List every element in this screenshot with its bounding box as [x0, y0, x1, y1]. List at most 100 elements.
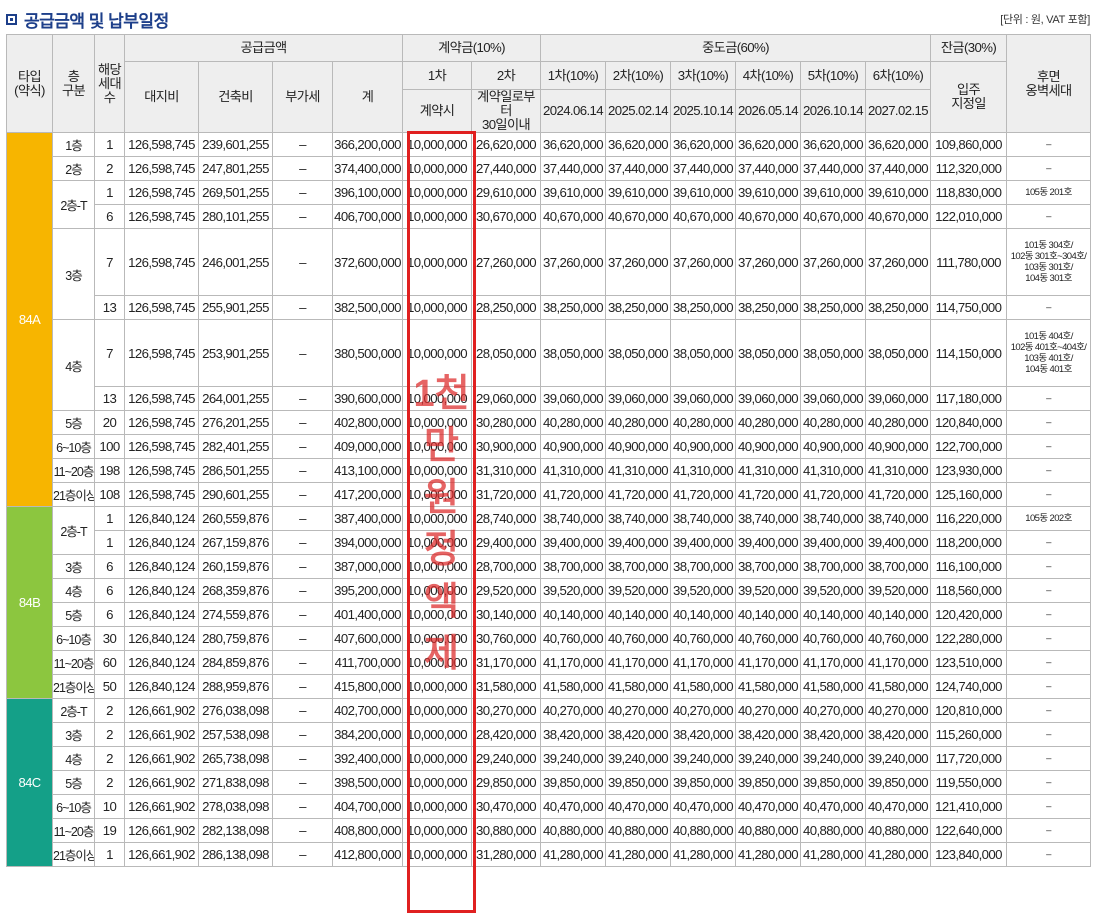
table-row: 5층 20 126,598,745 276,201,255–402,800,000 10… [7, 410, 1092, 435]
contract-1-cell: 10,000,000 [402, 770, 473, 795]
middle-5-cell: 38,050,000 [800, 319, 867, 387]
vat-cell: – [272, 674, 333, 699]
units-cell: 1 [94, 530, 125, 555]
middle-1-cell: 37,260,000 [540, 228, 607, 296]
units-cell: 1 [94, 842, 125, 867]
rear-wall-note-cell: – [1006, 818, 1092, 843]
middle-4-cell: 37,260,000 [735, 228, 802, 296]
middle-6-cell: 38,050,000 [865, 319, 932, 387]
middle-4-cell: 38,740,000 [735, 506, 802, 531]
total-cell: 402,800,000 [331, 410, 404, 435]
rear-wall-note-cell: – [1006, 722, 1092, 747]
middle-1-cell: 40,900,000 [540, 434, 607, 459]
vat-cell: – [272, 482, 333, 507]
floor-cell: 2층-T [52, 180, 95, 229]
land-cost-cell: 126,598,745 [124, 410, 199, 435]
table-header: 타입 (약식) 층 구분 해당 세대 수 공급금액 계약금(10%) 중도금(6… [6, 34, 1092, 133]
middle-3-cell: 39,520,000 [670, 578, 737, 603]
rear-wall-note-cell: – [1006, 554, 1092, 579]
middle-4-cell: 41,580,000 [735, 674, 802, 699]
middle-2-cell: 40,270,000 [605, 698, 672, 723]
middle-4-cell: 40,880,000 [735, 818, 802, 843]
building-cost-cell: 284,859,876 [198, 650, 273, 675]
contract-1-cell: 10,000,000 [402, 228, 473, 296]
middle-3-cell: 36,620,000 [670, 132, 737, 157]
middle-1-cell: 38,250,000 [540, 295, 607, 320]
building-cost-cell: 246,001,255 [198, 228, 273, 296]
balance-cell: 124,740,000 [930, 674, 1008, 699]
middle-4-cell: 38,250,000 [735, 295, 802, 320]
total-cell: 413,100,000 [331, 458, 404, 483]
middle-2-cell: 41,580,000 [605, 674, 672, 699]
building-cost-cell: 276,038,098 [198, 698, 273, 723]
vat-cell: – [272, 602, 333, 627]
header-units: 해당 세대 수 [94, 34, 125, 133]
middle-5-cell: 38,700,000 [800, 554, 867, 579]
floor-cell: 4층 [52, 746, 95, 771]
land-cost-cell: 126,598,745 [124, 386, 199, 411]
middle-3-cell: 38,700,000 [670, 554, 737, 579]
table-row: 2층 2 126,598,745 247,801,255–374,400,000 10,… [7, 156, 1092, 181]
floor-cell: 3층 [52, 228, 95, 320]
middle-1-cell: 40,470,000 [540, 794, 607, 819]
middle-6-cell: 40,670,000 [865, 204, 932, 229]
middle-2-cell: 37,260,000 [605, 228, 672, 296]
middle-6-cell: 41,580,000 [865, 674, 932, 699]
balance-cell: 120,840,000 [930, 410, 1008, 435]
contract-2-cell: 29,240,000 [471, 746, 542, 771]
balance-cell: 109,860,000 [930, 132, 1008, 157]
rear-wall-note-cell: – [1006, 295, 1092, 320]
units-cell: 2 [94, 770, 125, 795]
land-cost-cell: 126,598,745 [124, 156, 199, 181]
building-cost-cell: 282,401,255 [198, 434, 273, 459]
contract-1-cell: 10,000,000 [402, 156, 473, 181]
middle-6-cell: 41,170,000 [865, 650, 932, 675]
contract-1-cell: 10,000,000 [402, 626, 473, 651]
contract-2-cell: 30,880,000 [471, 818, 542, 843]
middle-5-cell: 41,720,000 [800, 482, 867, 507]
units-cell: 6 [94, 578, 125, 603]
table-row: 84C 2층-T 2 126,661,902 276,038,098–402,700,0… [6, 698, 1092, 867]
units-cell: 50 [94, 674, 125, 699]
page-header: 공급금액 및 납부일정 [단위 : 원, VAT 포함] [0, 0, 1096, 34]
land-cost-cell: 126,840,124 [124, 506, 199, 531]
contract-1-cell: 10,000,000 [402, 842, 473, 867]
table-row: 5층 6 126,840,124 274,559,876–401,400,000 10,… [7, 602, 1092, 627]
total-cell: 401,400,000 [331, 602, 404, 627]
header-contract-1-when: 계약시 [402, 89, 473, 133]
header-middle: 중도금(60%) [540, 34, 932, 62]
middle-6-cell: 39,060,000 [865, 386, 932, 411]
contract-2-cell: 26,620,000 [471, 132, 542, 157]
vat-cell: – [272, 295, 333, 320]
middle-6-cell: 40,280,000 [865, 410, 932, 435]
middle-5-cell: 38,740,000 [800, 506, 867, 531]
vat-cell: – [272, 156, 333, 181]
building-cost-cell: 265,738,098 [198, 746, 273, 771]
contract-1-cell: 10,000,000 [402, 180, 473, 205]
unit-note: [단위 : 원, VAT 포함] [1000, 14, 1090, 26]
balance-cell: 118,200,000 [930, 530, 1008, 555]
building-cost-cell: 286,501,255 [198, 458, 273, 483]
middle-5-cell: 38,250,000 [800, 295, 867, 320]
floor-cell: 11~20층 [52, 458, 95, 483]
balance-cell: 122,280,000 [930, 626, 1008, 651]
header-middle-3: 3차(10%) [670, 61, 737, 90]
floor-cell: 4층 [52, 578, 95, 603]
middle-5-cell: 40,140,000 [800, 602, 867, 627]
contract-2-cell: 29,520,000 [471, 578, 542, 603]
rear-wall-note-cell: – [1006, 434, 1092, 459]
rear-wall-note-cell: – [1006, 794, 1092, 819]
contract-2-cell: 30,140,000 [471, 602, 542, 627]
middle-3-cell: 40,880,000 [670, 818, 737, 843]
building-cost-cell: 260,559,876 [198, 506, 273, 531]
middle-1-cell: 36,620,000 [540, 132, 607, 157]
middle-2-cell: 39,520,000 [605, 578, 672, 603]
floor-cell: 21층이상 [52, 674, 95, 699]
rear-wall-note-cell: – [1006, 842, 1092, 867]
vat-cell: – [272, 434, 333, 459]
middle-3-cell: 37,440,000 [670, 156, 737, 181]
units-cell: 20 [94, 410, 125, 435]
total-cell: 366,200,000 [331, 132, 404, 157]
middle-5-cell: 40,880,000 [800, 818, 867, 843]
land-cost-cell: 126,840,124 [124, 578, 199, 603]
